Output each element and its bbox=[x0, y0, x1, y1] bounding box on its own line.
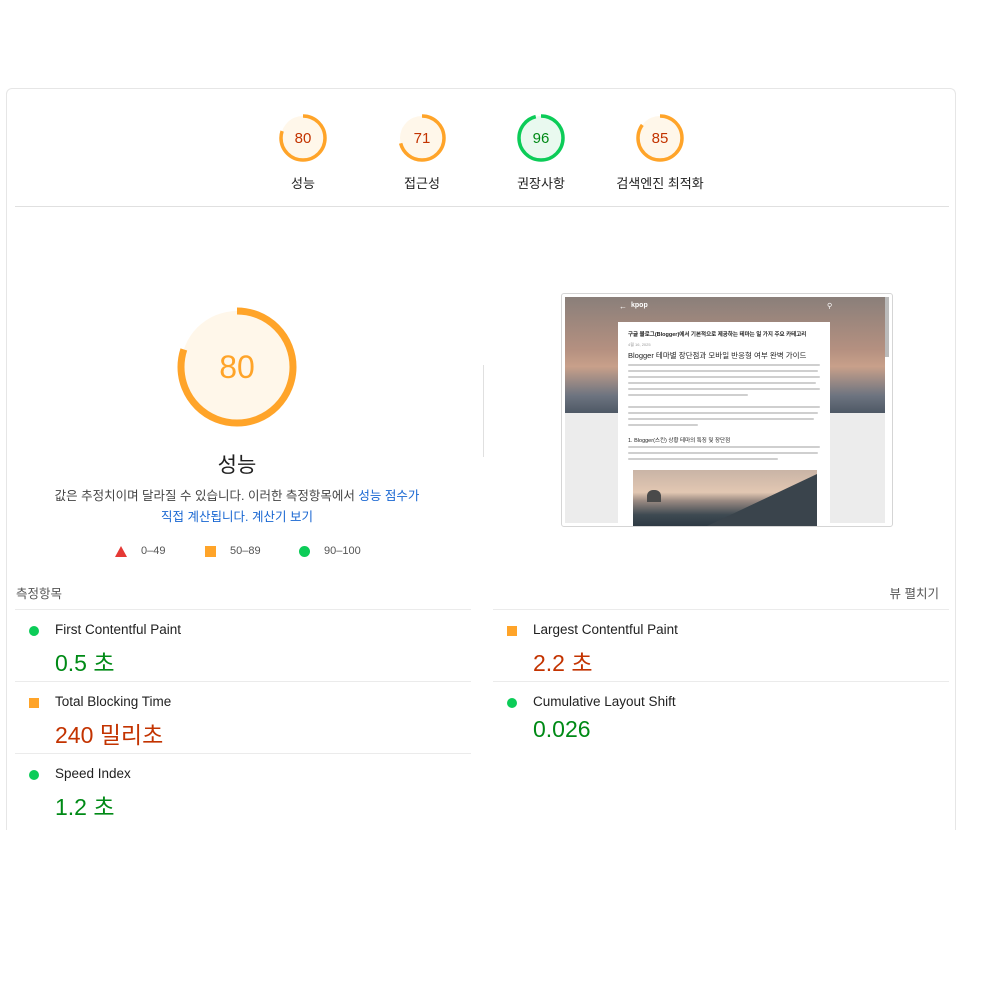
score-description: 값은 추정치이며 달라질 수 있습니다. 이러한 측정항목에서 성능 점수가 직… bbox=[37, 486, 437, 528]
metric-name: Speed Index bbox=[55, 766, 131, 781]
metric-fcp: First Contentful Paint 0.5 초 bbox=[15, 609, 471, 681]
metrics-title: 측정항목 bbox=[16, 587, 63, 601]
gauge-seo[interactable]: 85 검색엔진 최적화 bbox=[590, 113, 730, 192]
metric-value: 1.2 초 bbox=[55, 794, 115, 820]
search-icon: ⚲ bbox=[827, 303, 833, 310]
score-legend: 0–49 50–89 90–100 bbox=[111, 545, 391, 563]
triangle-icon bbox=[115, 545, 127, 557]
preview-post-title: 구글 블로그(Blogger)에서 기본적으로 제공하는 테마는 일 가지 주요… bbox=[628, 332, 807, 338]
main-gauge-label: 성능 bbox=[217, 454, 257, 477]
preview-post: 구글 블로그(Blogger)에서 기본적으로 제공하는 테마는 일 가지 주요… bbox=[618, 322, 830, 526]
preview-subheading: 1. Blogger(스킨) 상황 테마의 특징 및 장단점 bbox=[628, 438, 731, 444]
preview-brand: kpop bbox=[631, 302, 648, 309]
metric-value: 0.026 bbox=[533, 716, 591, 742]
status-indicator-icon bbox=[507, 698, 517, 708]
preview-topbar: ← kpop ⚲ bbox=[565, 297, 885, 317]
category-gauges: 80 성능 71 접근성 96 권장사항 85 검색엔진 최적화 bbox=[7, 89, 957, 207]
metric-lcp: Largest Contentful Paint 2.2 초 bbox=[493, 609, 949, 681]
gauge-score: 80 bbox=[295, 130, 312, 147]
calculator-link[interactable]: 계산기 보기 bbox=[252, 510, 313, 524]
expand-view-toggle[interactable]: 뷰 펼치기 bbox=[890, 583, 939, 602]
report-card: 80 성능 71 접근성 96 권장사항 85 검색엔진 최적화 80 성능 값… bbox=[6, 88, 956, 830]
gauge-label: 검색엔진 최적화 bbox=[616, 176, 704, 191]
status-indicator-icon bbox=[29, 698, 39, 708]
metric-tbt: Total Blocking Time 240 밀리초 bbox=[15, 681, 471, 753]
divider bbox=[15, 206, 949, 207]
metric-name: First Contentful Paint bbox=[55, 622, 182, 637]
gauge-score: 71 bbox=[414, 130, 431, 147]
gauge-score: 85 bbox=[652, 130, 669, 147]
gauge-ring: 80 bbox=[279, 114, 327, 162]
metric-speed-index: Speed Index 1.2 초 bbox=[15, 753, 471, 825]
legend-fail-range: 0–49 bbox=[141, 545, 166, 557]
legend-average: 50–89 bbox=[205, 545, 261, 557]
status-indicator-icon bbox=[29, 770, 39, 780]
performance-score-link[interactable]: 성능 점수가 bbox=[358, 489, 419, 503]
legend-fail: 0–49 bbox=[115, 545, 165, 557]
legend-pass-range: 90–100 bbox=[324, 545, 361, 557]
vertical-divider bbox=[483, 365, 484, 457]
gauge-ring: 71 bbox=[398, 114, 446, 162]
square-icon bbox=[205, 545, 216, 557]
gauge-ring: 96 bbox=[517, 114, 565, 162]
preview-post-date: 4월 16, 2025 bbox=[628, 342, 651, 347]
preview-image bbox=[633, 470, 817, 526]
metric-name: Total Blocking Time bbox=[55, 694, 172, 709]
legend-pass: 90–100 bbox=[299, 545, 361, 557]
status-indicator-icon bbox=[507, 626, 517, 636]
main-performance-gauge: 80 bbox=[177, 307, 297, 427]
gauge-ring: 85 bbox=[636, 114, 684, 162]
circle-icon bbox=[299, 545, 310, 557]
metric-name: Cumulative Layout Shift bbox=[533, 694, 676, 709]
page-screenshot-preview[interactable]: ← kpop ⚲ 구글 블로그(Blogger)에서 기본적으로 제공하는 테마… bbox=[561, 293, 893, 527]
calculated-link[interactable]: 직접 계산됩니다. bbox=[161, 510, 248, 524]
description-text: 값은 추정치이며 달라질 수 있습니다. 이러한 측정항목에서 bbox=[54, 489, 359, 503]
metric-value: 0.5 초 bbox=[55, 650, 115, 676]
metric-value: 240 밀리초 bbox=[55, 722, 164, 748]
metric-name: Largest Contentful Paint bbox=[533, 622, 678, 637]
main-gauge-score: 80 bbox=[219, 349, 255, 385]
legend-average-range: 50–89 bbox=[230, 545, 261, 557]
metric-value: 2.2 초 bbox=[533, 650, 593, 676]
scrollbar bbox=[885, 297, 889, 357]
preview-heading: Blogger 테마별 장단점과 모바일 반응형 여부 완벽 가이드 bbox=[628, 351, 807, 360]
gauge-score: 96 bbox=[533, 130, 550, 147]
status-indicator-icon bbox=[29, 626, 39, 636]
metric-cls: Cumulative Layout Shift 0.026 bbox=[493, 681, 949, 753]
back-arrow-icon: ← bbox=[619, 302, 627, 311]
